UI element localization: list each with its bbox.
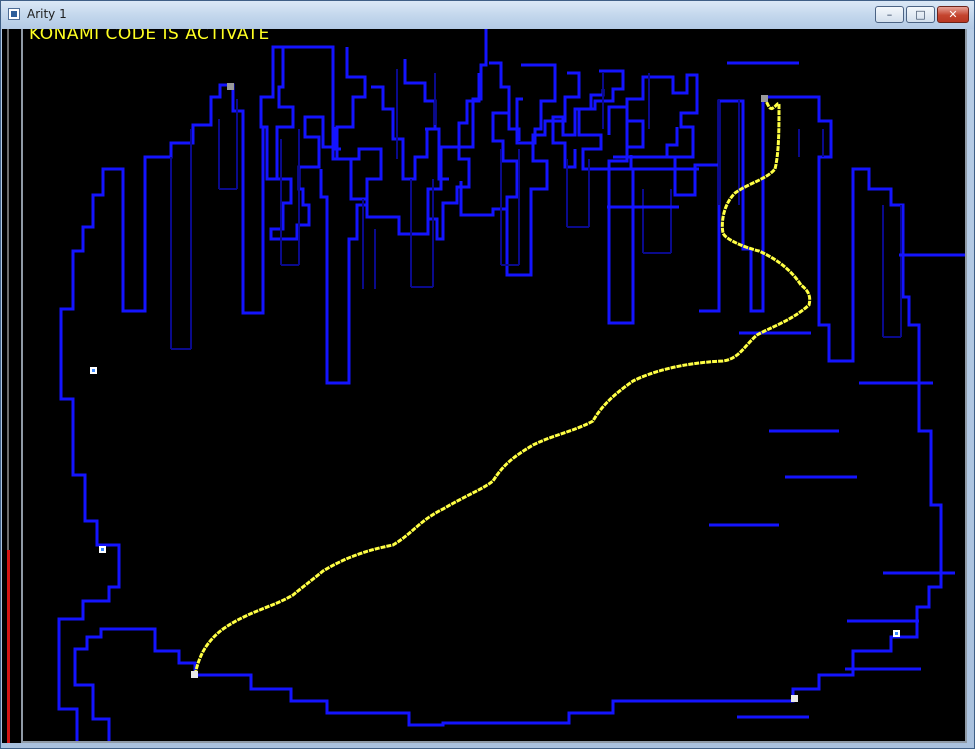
close-button[interactable]: ✕: [937, 6, 969, 23]
gray-marker: [227, 83, 234, 90]
status-banner: KONAMI CODE IS ACTIVATE: [29, 29, 270, 44]
maximize-button[interactable]: □: [906, 6, 935, 23]
game-window: Arity 1 – □ ✕ KONAMI CODE IS ACTIVATE: [0, 0, 975, 749]
rock-column: [607, 105, 629, 147]
white-marker: [791, 695, 798, 702]
blue-marker-core: [101, 548, 104, 551]
cave-wall: [57, 29, 488, 741]
white-marker: [191, 671, 198, 678]
rock-column: [425, 127, 449, 181]
app-icon: [8, 8, 20, 20]
title-bar[interactable]: Arity 1 – □ ✕: [1, 1, 974, 29]
blue-marker-core: [92, 369, 95, 372]
rock-column: [515, 63, 557, 145]
game-canvas[interactable]: KONAMI CODE IS ACTIVATE: [21, 29, 967, 743]
gray-marker: [761, 95, 768, 102]
game-field: [57, 29, 965, 741]
rock-column: [607, 167, 699, 325]
rock-column: [319, 47, 383, 385]
minimize-button[interactable]: –: [875, 6, 904, 23]
blue-marker-core: [895, 632, 898, 635]
health-gauge: [2, 29, 21, 743]
rock-column: [665, 127, 679, 157]
window-title: Arity 1: [27, 7, 67, 21]
health-bar: [7, 550, 10, 743]
rock-column: [459, 61, 519, 217]
rock-column: [589, 89, 605, 109]
